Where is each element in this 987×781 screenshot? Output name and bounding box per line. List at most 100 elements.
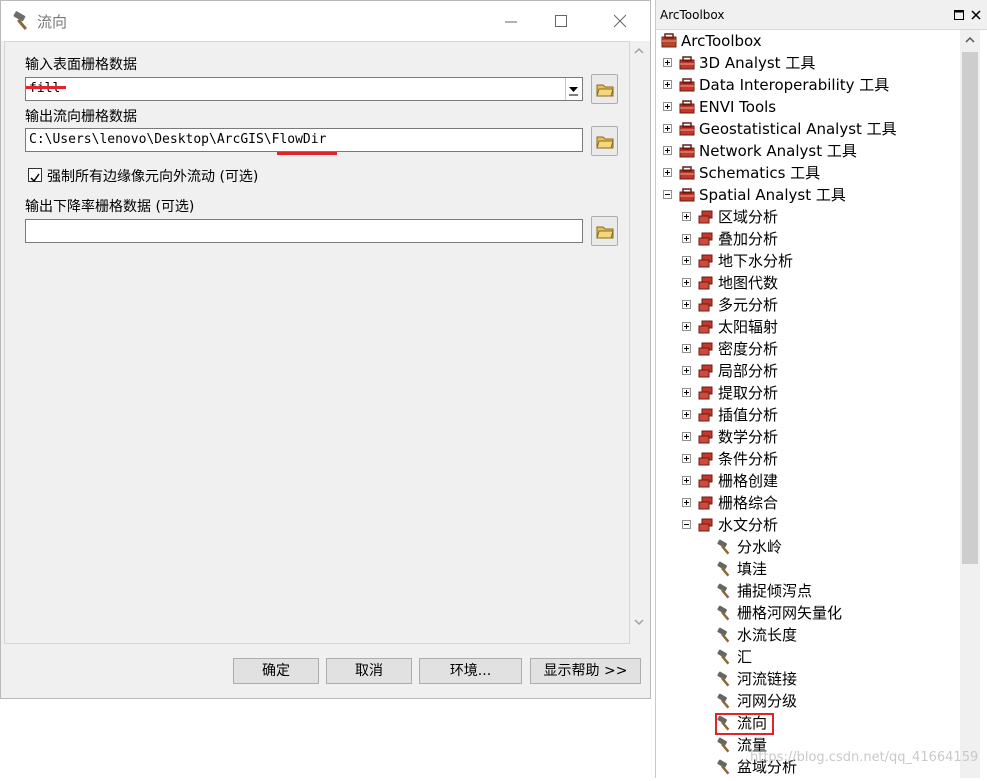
tree-item-toolset[interactable]: 数学分析 — [0, 426, 960, 448]
tree-item-toolset[interactable]: 叠加分析 — [0, 228, 960, 250]
hammer-icon — [717, 583, 733, 599]
hammer-icon — [717, 737, 733, 753]
tree-item-toolset[interactable]: 提取分析 — [0, 382, 960, 404]
toolbox-icon — [679, 55, 695, 71]
expand-icon[interactable] — [682, 366, 691, 375]
tree-item-toolset[interactable]: 地下水分析 — [0, 250, 960, 272]
expand-icon[interactable] — [682, 454, 691, 463]
tree-item-label: 条件分析 — [718, 450, 779, 468]
toolbox-icon — [679, 187, 695, 203]
tree-item-label: 叠加分析 — [718, 230, 779, 248]
close-icon[interactable] — [971, 10, 981, 20]
expand-icon[interactable] — [682, 212, 691, 221]
tree-item-tool[interactable]: 河网分级 — [0, 690, 960, 712]
expand-icon[interactable] — [663, 102, 672, 111]
toolbox-icon — [661, 33, 677, 49]
expand-icon[interactable] — [682, 498, 691, 507]
expand-icon[interactable] — [663, 146, 672, 155]
expand-icon[interactable] — [663, 124, 672, 133]
tree-item-toolset[interactable]: 局部分析 — [0, 360, 960, 382]
tree-item-toolset[interactable]: 区域分析 — [0, 206, 960, 228]
tree-item-tool[interactable]: 分水岭 — [0, 536, 960, 558]
tree-item-label: 地图代数 — [718, 274, 779, 292]
toolset-icon — [698, 473, 714, 489]
tree-item-toolbox[interactable]: Spatial Analyst 工具 — [0, 184, 960, 206]
hammer-icon — [717, 649, 733, 665]
tree-item-toolset[interactable]: 栅格创建 — [0, 470, 960, 492]
expand-icon[interactable] — [682, 432, 691, 441]
close-icon — [613, 14, 627, 28]
tree-item-toolset[interactable]: 条件分析 — [0, 448, 960, 470]
tree-item-label: 太阳辐射 — [718, 318, 779, 336]
tree-item-label: 水流长度 — [737, 626, 798, 644]
collapse-icon[interactable] — [682, 520, 691, 529]
toolset-icon — [698, 429, 714, 445]
expand-icon[interactable] — [663, 80, 672, 89]
toolbox-icon — [679, 143, 695, 159]
toolset-icon — [698, 209, 714, 225]
toolset-icon — [698, 451, 714, 467]
tree-item-tool[interactable]: 捕捉倾泻点 — [0, 580, 960, 602]
tree-item-toolbox[interactable]: ENVI Tools — [0, 96, 960, 118]
collapse-icon[interactable] — [663, 190, 672, 199]
tree-item-label: 数学分析 — [718, 428, 779, 446]
tree-item-label: 水文分析 — [718, 516, 779, 534]
tree-item-label: 3D Analyst 工具 — [699, 54, 816, 72]
toolset-icon — [698, 297, 714, 313]
expand-icon[interactable] — [663, 58, 672, 67]
tree-item-toolbox[interactable]: 3D Analyst 工具 — [0, 52, 960, 74]
expand-icon[interactable] — [682, 388, 691, 397]
expand-icon[interactable] — [682, 410, 691, 419]
toolbox-icon — [679, 99, 695, 115]
expand-icon[interactable] — [682, 256, 691, 265]
tree-item-tool[interactable]: 河流链接 — [0, 668, 960, 690]
maximize-icon — [555, 15, 567, 27]
tree-item-toolset[interactable]: 水文分析 — [0, 514, 960, 536]
scrollbar-thumb[interactable] — [962, 52, 978, 564]
expand-icon[interactable] — [682, 344, 691, 353]
scroll-up-icon[interactable] — [965, 36, 975, 44]
expand-icon[interactable] — [682, 300, 691, 309]
tree-item-label: 河网分级 — [737, 692, 798, 710]
tree-item-toolset[interactable]: 地图代数 — [0, 272, 960, 294]
tree-item-tool[interactable]: 填洼 — [0, 558, 960, 580]
expand-icon[interactable] — [682, 234, 691, 243]
toolset-icon — [698, 363, 714, 379]
tree-item-label: 栅格综合 — [718, 494, 779, 512]
toolbox-icon — [679, 77, 695, 93]
toolbox-icon — [679, 121, 695, 137]
tree-item-label: 多元分析 — [718, 296, 779, 314]
tree-item-tool[interactable]: 水流长度 — [0, 624, 960, 646]
tree-item-tool[interactable]: 栅格河网矢量化 — [0, 602, 960, 624]
expand-icon[interactable] — [663, 168, 672, 177]
selected-tool-highlight — [715, 713, 774, 735]
expand-icon[interactable] — [682, 278, 691, 287]
arctoolbox-header: ArcToolbox — [656, 0, 987, 30]
tree-item-tool[interactable]: 汇 — [0, 646, 960, 668]
tree-item-tool[interactable]: 流向 — [0, 712, 960, 734]
tree-item-toolbox[interactable]: Geostatistical Analyst 工具 — [0, 118, 960, 140]
tree-item-toolset[interactable]: 太阳辐射 — [0, 316, 960, 338]
hammer-icon — [717, 693, 733, 709]
tree-item-toolbox[interactable]: Network Analyst 工具 — [0, 140, 960, 162]
tree-item-label: Network Analyst 工具 — [699, 142, 857, 160]
expand-icon[interactable] — [682, 476, 691, 485]
restore-icon[interactable] — [954, 10, 964, 20]
hammer-icon — [717, 759, 733, 775]
tree-item-toolset[interactable]: 插值分析 — [0, 404, 960, 426]
tree-item-label: 区域分析 — [718, 208, 779, 226]
tree-item-label: 填洼 — [737, 560, 768, 578]
tree-item-label: ENVI Tools — [699, 98, 777, 116]
tree-item-root[interactable]: ArcToolbox — [0, 30, 960, 52]
tree-item-toolbox[interactable]: Schematics 工具 — [0, 162, 960, 184]
tree-item-toolbox[interactable]: Data Interoperability 工具 — [0, 74, 960, 96]
tree-item-label: 提取分析 — [718, 384, 779, 402]
tree-item-label: ArcToolbox — [681, 32, 762, 50]
tree-item-toolset[interactable]: 密度分析 — [0, 338, 960, 360]
tree-item-toolset[interactable]: 多元分析 — [0, 294, 960, 316]
tree-item-label: Geostatistical Analyst 工具 — [699, 120, 897, 138]
expand-icon[interactable] — [682, 322, 691, 331]
tree-item-toolset[interactable]: 栅格综合 — [0, 492, 960, 514]
toolset-icon — [698, 319, 714, 335]
tree-item-label: 捕捉倾泻点 — [737, 582, 813, 600]
